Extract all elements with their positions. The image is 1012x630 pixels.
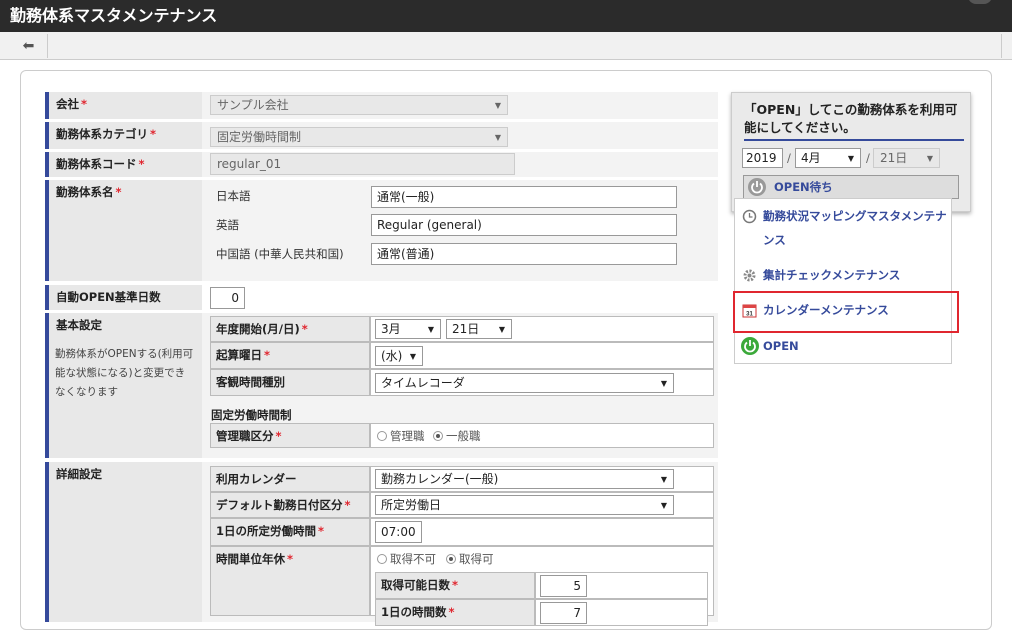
calc-label: 起算曜日 * — [210, 342, 370, 369]
calc-day-select[interactable]: (水) ▼ — [375, 346, 423, 366]
open-day-select[interactable]: 21日 ▼ — [873, 148, 940, 168]
chevron-down-icon: ▼ — [660, 379, 667, 388]
hourly-radio-no[interactable]: 取得不可 — [377, 551, 436, 567]
toolbar-divider — [1001, 34, 1002, 58]
avail-days-label: 取得可能日数 * — [375, 572, 535, 599]
gear-icon — [743, 269, 756, 282]
chevron-down-icon: ▼ — [847, 154, 854, 163]
date-separator: / — [787, 151, 791, 165]
back-button[interactable]: ⬅ — [10, 34, 48, 58]
fiscal-day-select[interactable]: 21日 ▼ — [446, 319, 512, 339]
power-icon — [748, 178, 766, 196]
chevron-down-icon: ▼ — [660, 501, 667, 510]
user-avatar[interactable] — [968, 0, 992, 4]
fiscal-month-select[interactable]: 3月 ▼ — [375, 319, 441, 339]
obj-select[interactable]: タイムレコーダ ▼ — [375, 373, 674, 393]
open-year-input[interactable]: 2019 — [742, 148, 783, 168]
obj-label: 客観時間種別 — [210, 369, 370, 396]
company-select[interactable]: サンプル会社 ▼ — [210, 95, 508, 115]
calendar-label: 利用カレンダー — [210, 466, 370, 492]
code-label: 勤務体系コード * — [45, 152, 202, 177]
hourly-radio-yes[interactable]: 取得可 — [446, 551, 494, 567]
partial-hours-input[interactable]: 7 — [540, 602, 587, 624]
auto-open-label: 自動OPEN基準日数 — [45, 285, 202, 310]
window-title: 勤務体系マスタメンテナンス — [0, 0, 1012, 32]
basic-description: 勤務体系がOPENする(利用可能な状態になる)と変更できなくなります — [55, 348, 194, 398]
radio-on-icon — [433, 431, 443, 441]
name-zh-input[interactable]: 通常(普通) — [371, 243, 677, 265]
chevron-down-icon: ▼ — [926, 154, 933, 163]
chevron-down-icon: ▼ — [409, 352, 416, 361]
menu-item-open[interactable]: OPEN — [735, 334, 953, 359]
chevron-down-icon: ▼ — [427, 325, 434, 334]
daily-hours-input[interactable]: 07:00 — [375, 521, 422, 543]
clock-icon — [742, 209, 757, 224]
date-separator: / — [866, 151, 870, 165]
mgr-label: 管理職区分 * — [210, 423, 370, 448]
auto-open-input[interactable]: 0 — [210, 287, 245, 309]
category-label: 勤務体系カテゴリ * — [45, 122, 202, 149]
radio-off-icon — [377, 554, 387, 564]
chevron-down-icon: ▼ — [660, 475, 667, 484]
radio-off-icon — [377, 431, 387, 441]
arrow-left-icon: ⬅ — [22, 38, 35, 54]
open-wait-button[interactable]: OPEN待ち — [743, 175, 959, 199]
open-month-select[interactable]: 4月 ▼ — [795, 148, 861, 168]
action-menu: 勤務状況マッピングマスタメンテナンス 集計チェックメンテナンス 31 カレンダーメ… — [734, 198, 952, 364]
daily-hours-label: 1日の所定労働時間 * — [210, 518, 370, 546]
lang-en-label: 英語 — [216, 218, 239, 232]
toolbar: ⬅ — [0, 32, 1012, 60]
chevron-down-icon: ▼ — [494, 101, 501, 110]
highlight-box — [733, 291, 959, 333]
lang-zh-label: 中国語 (中華人民共和国) — [216, 247, 344, 261]
partial-hours-label: 1日の時間数 * — [375, 599, 535, 626]
default-day-label: デフォルト勤務日付区分 * — [210, 492, 370, 518]
chevron-down-icon: ▼ — [498, 325, 505, 334]
mgr-radio-general[interactable]: 一般職 — [433, 428, 481, 444]
fixed-heading: 固定労働時間制 — [211, 408, 292, 422]
mgr-radio-manager[interactable]: 管理職 — [377, 428, 425, 444]
avail-days-input[interactable]: 5 — [540, 575, 587, 597]
name-label: 勤務体系名 * — [45, 180, 202, 281]
calendar-select[interactable]: 勤務カレンダー(一般) ▼ — [375, 469, 674, 489]
fiscal-label: 年度開始(月/日) * — [210, 316, 370, 342]
hourly-leave-label: 時間単位年休 * — [210, 546, 370, 616]
company-label: 会社 * — [45, 92, 202, 119]
code-input[interactable]: regular_01 — [210, 153, 515, 175]
power-icon — [741, 337, 759, 355]
open-message: 「OPEN」してこの勤務体系を利用可能にしてください。 — [744, 101, 964, 141]
name-en-input[interactable]: Regular (general) — [371, 214, 677, 236]
chevron-down-icon: ▼ — [494, 133, 501, 142]
name-ja-input[interactable]: 通常(一般) — [371, 186, 677, 208]
category-select[interactable]: 固定労働時間制 ▼ — [210, 127, 508, 147]
radio-on-icon — [446, 554, 456, 564]
menu-item-mapping[interactable]: 勤務状況マッピングマスタメンテナンス — [735, 204, 953, 252]
auto-open-row — [202, 285, 718, 310]
lang-ja-label: 日本語 — [216, 189, 251, 203]
menu-item-check[interactable]: 集計チェックメンテナンス — [735, 263, 953, 288]
detail-label: 詳細設定 — [45, 462, 202, 622]
default-day-select[interactable]: 所定労働日 ▼ — [375, 495, 674, 515]
